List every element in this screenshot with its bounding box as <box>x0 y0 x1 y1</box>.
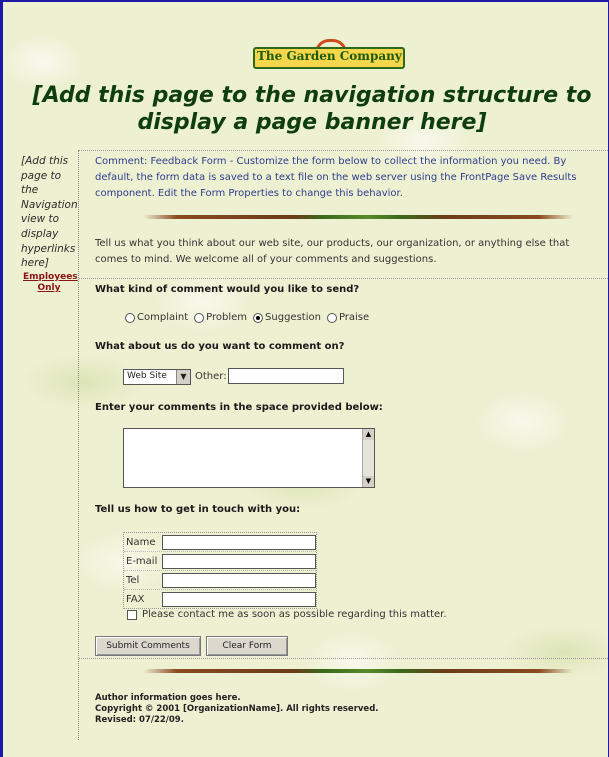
scroll-up-icon[interactable]: ▲ <box>363 429 374 440</box>
comments-textarea[interactable]: ▲ ▼ <box>123 428 375 488</box>
radio-problem[interactable]: Problem <box>194 312 247 323</box>
scroll-down-icon[interactable]: ▼ <box>363 476 374 487</box>
tel-input[interactable] <box>162 572 316 588</box>
form-comment: Comment: Feedback Form - Customize the f… <box>95 156 577 199</box>
author-info: Author information goes here. <box>95 693 241 703</box>
page-banner-placeholder: [Add this page to the navigation structu… <box>32 83 592 135</box>
name-input[interactable] <box>162 534 316 550</box>
comment-kind-radio-group: Complaint Problem Suggestion Praise <box>125 312 369 323</box>
radio-praise[interactable]: Praise <box>326 312 369 323</box>
email-input[interactable] <box>162 553 316 569</box>
clear-form-button[interactable]: Clear Form <box>206 636 288 656</box>
contact-row-tel: Tel <box>124 571 316 590</box>
checkbox-icon[interactable] <box>127 609 137 620</box>
textarea-scrollbar[interactable]: ▲ ▼ <box>362 429 374 487</box>
contact-row-email: E-mail <box>124 552 316 571</box>
page-footer: Author information goes here. Copyright … <box>95 693 575 726</box>
radio-icon[interactable] <box>326 312 337 323</box>
contact-table: Name E-mail Tel FAX <box>123 532 317 609</box>
other-label: Other: <box>195 371 227 382</box>
page-frame: The Garden Company [Add this page to the… <box>0 0 609 757</box>
nav-placeholder: [Add this page to the Navigation view to… <box>21 155 78 270</box>
radio-complaint[interactable]: Complaint <box>125 312 188 323</box>
contact-row-fax: FAX <box>124 590 316 608</box>
employees-only-link[interactable]: Employees Only <box>23 272 78 294</box>
copyright: Copyright © 2001 [OrganizationName]. All… <box>95 704 379 714</box>
comment-kind-question: What kind of comment would you like to s… <box>95 284 360 295</box>
logo-text: The Garden Company <box>257 49 402 63</box>
top-divider <box>79 150 608 151</box>
intro-text: Tell us what you think about our web sit… <box>95 238 570 265</box>
radio-selected-icon[interactable] <box>253 312 264 323</box>
fax-input[interactable] <box>162 591 316 607</box>
subject-select[interactable]: Web Site ▼ <box>123 369 191 385</box>
comments-question: Enter your comments in the space provide… <box>95 402 383 413</box>
chevron-down-icon[interactable]: ▼ <box>176 370 190 384</box>
revised-date: Revised: 07/22/09. <box>95 715 184 725</box>
contact-asap-checkbox-row[interactable]: Please contact me as soon as possible re… <box>127 609 447 620</box>
decorative-rule <box>143 669 573 673</box>
contact-row-name: Name <box>124 533 316 552</box>
site-logo[interactable]: The Garden Company <box>253 39 405 69</box>
contact-question: Tell us how to get in touch with you: <box>95 504 301 515</box>
decorative-rule <box>143 215 573 219</box>
other-input[interactable] <box>228 368 344 384</box>
submit-button[interactable]: Submit Comments <box>95 636 201 656</box>
radio-icon[interactable] <box>125 312 135 323</box>
column-divider <box>78 150 79 740</box>
comment-subject-question: What about us do you want to comment on? <box>95 341 345 352</box>
radio-icon[interactable] <box>194 312 205 323</box>
radio-suggestion[interactable]: Suggestion <box>253 312 321 323</box>
